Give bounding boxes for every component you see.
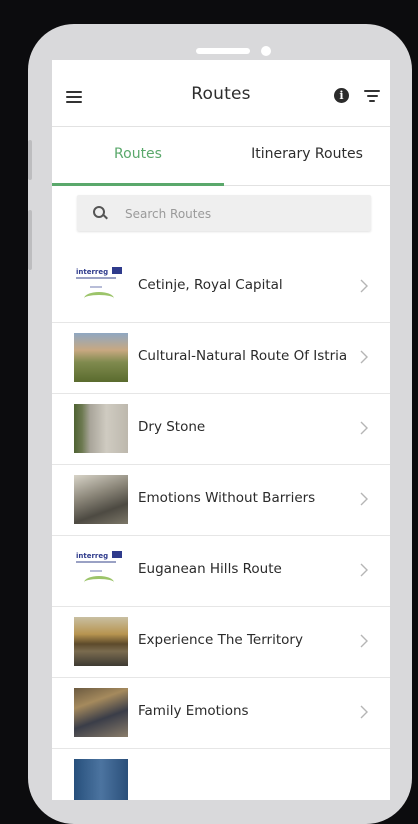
list-item[interactable]: interreg Cetinje, Royal Capital <box>52 252 390 323</box>
app-header: Routes i <box>52 60 390 126</box>
chevron-right-icon <box>360 279 368 293</box>
chevron-right-icon <box>360 350 368 364</box>
phone-speaker <box>196 48 250 54</box>
route-thumbnail <box>74 688 128 737</box>
phone-side-button <box>28 210 32 270</box>
tab-itinerary-routes[interactable]: Itinerary Routes <box>224 127 390 185</box>
route-thumbnail <box>74 475 128 524</box>
search-input[interactable] <box>123 203 357 225</box>
interreg-logo-thumbnail: interreg <box>74 546 128 595</box>
phone-side-button <box>28 140 32 180</box>
route-thumbnail <box>74 333 128 382</box>
list-item[interactable]: Experience The Territory <box>52 607 390 678</box>
info-icon[interactable]: i <box>334 88 349 103</box>
route-thumbnail <box>74 617 128 666</box>
route-name: Dry Stone <box>138 419 206 435</box>
route-name: Cetinje, Royal Capital <box>138 277 283 293</box>
route-name: Cultural-Natural Route Of Istria <box>138 348 348 364</box>
list-item[interactable]: Dry Stone <box>52 394 390 465</box>
chevron-right-icon <box>360 563 368 577</box>
route-thumbnail <box>74 404 128 453</box>
chevron-right-icon <box>360 634 368 648</box>
chevron-right-icon <box>360 492 368 506</box>
route-name: Emotions Without Barriers <box>138 490 316 506</box>
app-screen: Routes i Routes Itinerary Routes interre… <box>52 60 390 800</box>
phone-camera <box>261 46 271 56</box>
search-bar[interactable] <box>77 195 371 231</box>
list-item[interactable]: Cultural-Natural Route Of Istria <box>52 323 390 394</box>
list-item[interactable]: Emotions Without Barriers <box>52 465 390 536</box>
route-name: Experience The Territory <box>138 632 303 648</box>
tab-routes[interactable]: Routes <box>52 127 224 185</box>
routes-list: interreg Cetinje, Royal Capital Cultural… <box>52 252 390 800</box>
active-tab-indicator <box>52 183 224 186</box>
list-item[interactable] <box>52 749 390 800</box>
chevron-right-icon <box>360 705 368 719</box>
list-item[interactable]: interreg Euganean Hills Route <box>52 536 390 607</box>
list-item[interactable]: Family Emotions <box>52 678 390 749</box>
chevron-right-icon <box>360 421 368 435</box>
interreg-logo-thumbnail: interreg <box>74 262 128 311</box>
route-thumbnail <box>74 759 128 800</box>
tab-bar: Routes Itinerary Routes <box>52 126 390 186</box>
search-icon <box>93 206 105 218</box>
filter-icon[interactable] <box>364 90 380 102</box>
route-name: Family Emotions <box>138 703 249 719</box>
route-name: Euganean Hills Route <box>138 561 282 577</box>
